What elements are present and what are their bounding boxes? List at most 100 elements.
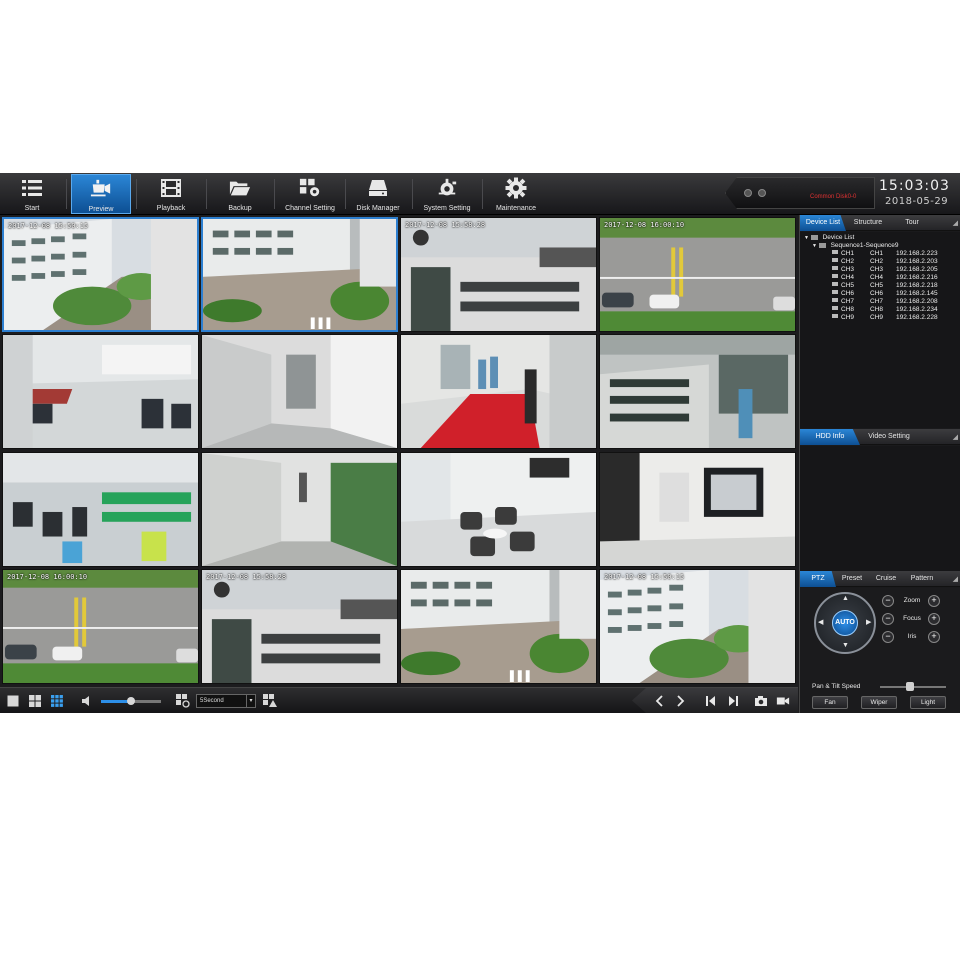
video-tile-4[interactable]: 2017-12-08 16:00:10 bbox=[599, 217, 796, 332]
channel-row-2[interactable]: CH2 CH2 192.168.2.203 bbox=[800, 258, 960, 266]
tab-preset[interactable]: Preset bbox=[836, 571, 868, 587]
toolbar-backup-button[interactable]: Backup bbox=[211, 174, 269, 214]
volume-slider[interactable] bbox=[101, 697, 161, 705]
tab-device-list[interactable]: Device List bbox=[800, 215, 846, 231]
pan-tilt-speed-handle[interactable] bbox=[905, 682, 914, 691]
pan-tilt-speed-slider[interactable] bbox=[880, 682, 946, 691]
video-tile-6[interactable] bbox=[201, 334, 398, 449]
video-tile-13[interactable]: 2017-12-08 16:00:10 bbox=[2, 569, 199, 684]
layout-16-icon[interactable] bbox=[50, 694, 64, 708]
next-page-icon[interactable] bbox=[674, 694, 688, 708]
light-button[interactable]: Light bbox=[910, 696, 946, 709]
last-page-icon[interactable] bbox=[726, 694, 740, 708]
ptz-up-icon[interactable]: ▲ bbox=[842, 595, 849, 602]
video-tile-15[interactable] bbox=[400, 569, 597, 684]
camera-icon bbox=[832, 282, 838, 286]
focus-in-button[interactable]: + bbox=[928, 613, 940, 625]
tree-group[interactable]: ▼ Sequence1-Sequence9 bbox=[812, 242, 899, 250]
tree-root[interactable]: ▼ Device List bbox=[804, 234, 854, 242]
ptz-right-icon[interactable]: ▶ bbox=[866, 618, 871, 626]
channel-row-1[interactable]: CH1 CH1 192.168.2.223 bbox=[800, 250, 960, 258]
toolbar-preview-button[interactable]: Preview bbox=[71, 174, 131, 214]
ptz-control-area: ▲ ▼ ◀ ▶ AUTO − Zoom + − Focus + − Iris + bbox=[800, 588, 960, 713]
iris-close-button[interactable]: − bbox=[882, 631, 894, 643]
navigation-panel bbox=[632, 688, 798, 713]
tile-1-timestamp: 2017-12-08 15:50:15 bbox=[8, 222, 89, 230]
toolbar-playback-button[interactable]: Playback bbox=[141, 174, 201, 214]
previous-page-icon[interactable] bbox=[652, 694, 666, 708]
video-tile-12[interactable] bbox=[599, 452, 796, 567]
toolbar-channel-setting-button[interactable]: Channel Setting bbox=[279, 174, 341, 214]
tab-pattern[interactable]: Pattern bbox=[904, 571, 940, 587]
camera-icon bbox=[832, 314, 838, 318]
camera-feed-2 bbox=[203, 219, 396, 330]
camera-icon bbox=[832, 250, 838, 254]
toolbar-start-label: Start bbox=[24, 205, 40, 212]
tab-cruise[interactable]: Cruise bbox=[870, 571, 902, 587]
video-tile-11[interactable] bbox=[400, 452, 597, 567]
zoom-out-button[interactable]: − bbox=[882, 595, 894, 607]
ptz-down-icon[interactable]: ▼ bbox=[842, 642, 849, 649]
volume-slider-handle[interactable] bbox=[127, 697, 135, 705]
first-page-icon[interactable] bbox=[704, 694, 718, 708]
channel-row-8[interactable]: CH8 CH8 192.168.2.234 bbox=[800, 306, 960, 314]
info-panel-tabs: HDD Info Video Setting ◢ bbox=[800, 429, 960, 445]
zoom-label: Zoom bbox=[903, 597, 921, 604]
camera-feed-13 bbox=[3, 570, 198, 683]
camera-icon bbox=[832, 290, 838, 294]
camera-feed-12 bbox=[600, 453, 795, 566]
tab-structure[interactable]: Structure bbox=[846, 215, 890, 231]
collapse-arrow-icon[interactable]: ◢ bbox=[953, 575, 958, 583]
tab-video-setting[interactable]: Video Setting bbox=[860, 429, 918, 445]
toolbar-maintenance-button[interactable]: Maintenance bbox=[487, 174, 545, 214]
alarm-layout-icon[interactable] bbox=[263, 694, 277, 708]
wiper-button[interactable]: Wiper bbox=[861, 696, 897, 709]
iris-open-button[interactable]: + bbox=[928, 631, 940, 643]
zoom-in-button[interactable]: + bbox=[928, 595, 940, 607]
channel-row-6[interactable]: CH6 CH6 192.168.2.145 bbox=[800, 290, 960, 298]
sequence-interval-select[interactable]: 5Second ▾ bbox=[196, 694, 256, 708]
tree-expand-icon[interactable]: ▼ bbox=[812, 243, 817, 249]
video-tile-2[interactable] bbox=[201, 217, 398, 332]
ptz-left-icon[interactable]: ◀ bbox=[818, 618, 823, 626]
video-tile-9[interactable] bbox=[2, 452, 199, 567]
toolbar-disk-manager-button[interactable]: Disk Manager bbox=[350, 174, 406, 214]
pan-tilt-speed-label: Pan & Tilt Speed bbox=[812, 683, 861, 690]
video-tile-10[interactable] bbox=[201, 452, 398, 567]
channel-row-3[interactable]: CH3 CH3 192.168.2.205 bbox=[800, 266, 960, 274]
tree-expand-icon[interactable]: ▼ bbox=[804, 235, 809, 241]
ptz-direction-pad[interactable]: ▲ ▼ ◀ ▶ AUTO bbox=[814, 592, 876, 654]
tab-tour[interactable]: Tour bbox=[892, 215, 932, 231]
video-tile-14[interactable]: 2017-12-08 15:58:28 bbox=[201, 569, 398, 684]
tile-14-timestamp: 2017-12-08 15:58:28 bbox=[206, 573, 287, 581]
alarm-status-icon[interactable] bbox=[758, 189, 766, 197]
fan-button[interactable]: Fan bbox=[812, 696, 848, 709]
toolbar-maintenance-label: Maintenance bbox=[495, 205, 537, 212]
toolbar-start-button[interactable]: Start bbox=[8, 174, 56, 214]
video-grid: 2017-12-08 15:50:15 2017-12-08 15:58:28 … bbox=[2, 217, 798, 685]
camera-feed-16 bbox=[600, 570, 795, 683]
video-tile-1[interactable]: 2017-12-08 15:50:15 bbox=[2, 217, 199, 332]
tab-ptz[interactable]: PTZ bbox=[800, 571, 836, 587]
layout-1-icon[interactable] bbox=[6, 694, 20, 708]
collapse-arrow-icon[interactable]: ◢ bbox=[953, 433, 958, 441]
collapse-arrow-icon[interactable]: ◢ bbox=[953, 219, 958, 227]
video-tile-7[interactable] bbox=[400, 334, 597, 449]
channel-row-4[interactable]: CH4 CH4 192.168.2.216 bbox=[800, 274, 960, 282]
sequence-cycle-icon[interactable] bbox=[176, 694, 190, 708]
tab-hdd-info[interactable]: HDD Info bbox=[800, 429, 860, 445]
channel-row-5[interactable]: CH5 CH5 192.168.2.218 bbox=[800, 282, 960, 290]
video-tile-5[interactable] bbox=[2, 334, 199, 449]
layout-4-icon[interactable] bbox=[28, 694, 42, 708]
ptz-auto-button[interactable]: AUTO bbox=[832, 610, 858, 636]
toolbar-system-setting-button[interactable]: System Setting bbox=[417, 174, 477, 214]
record-video-icon[interactable] bbox=[776, 694, 790, 708]
channel-row-9[interactable]: CH9 CH9 192.168.2.228 bbox=[800, 314, 960, 322]
snapshot-camera-icon[interactable] bbox=[754, 694, 768, 708]
speaker-icon[interactable] bbox=[80, 694, 94, 708]
video-tile-3[interactable]: 2017-12-08 15:58:28 bbox=[400, 217, 597, 332]
video-tile-16[interactable]: 2017-12-08 15:50:15 bbox=[599, 569, 796, 684]
channel-row-7[interactable]: CH7 CH7 192.168.2.208 bbox=[800, 298, 960, 306]
focus-out-button[interactable]: − bbox=[882, 613, 894, 625]
video-tile-8[interactable] bbox=[599, 334, 796, 449]
